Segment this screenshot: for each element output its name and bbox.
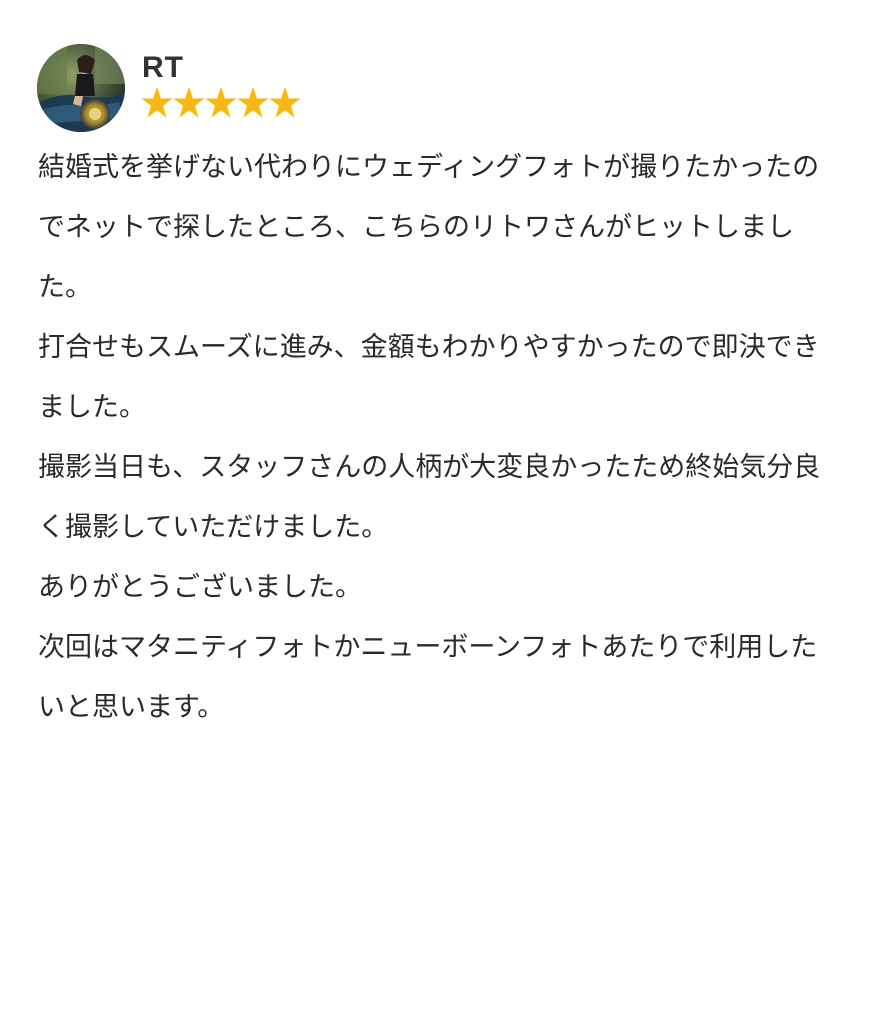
review-paragraph: 打合せもスムーズに進み、金額もわかりやすかったので即決できました。 [38, 332, 820, 423]
star-icon [269, 87, 301, 118]
review-paragraph: ありがとうございました。 [38, 572, 362, 603]
review-header: RT [37, 44, 837, 134]
review-paragraph: 結婚式を挙げない代わりにウェディングフォトが撮りたかったのでネットで探したところ… [38, 152, 820, 303]
star-icon [173, 87, 205, 118]
review-card: RT 結婚式を挙げない代わりにウェディングフォトが撮りたかったのでネットで探した… [0, 0, 872, 1031]
star-icon [141, 87, 173, 118]
star-icon [205, 87, 237, 118]
rating-stars [141, 86, 301, 122]
review-body: 結婚式を挙げない代わりにウェディングフォトが撮りたかったのでネットで探したところ… [38, 138, 838, 738]
star-icon [237, 87, 269, 118]
review-paragraph: 撮影当日も、スタッフさんの人柄が大変良かったため終始気分良く撮影していただけまし… [38, 452, 821, 543]
review-paragraph: 次回はマタニティフォトかニューボーンフォトあたりで利用したいと思います。 [38, 632, 818, 723]
reviewer-name: RT [142, 51, 184, 84]
avatar [37, 44, 125, 132]
user-avatar-photo-icon [37, 44, 125, 132]
